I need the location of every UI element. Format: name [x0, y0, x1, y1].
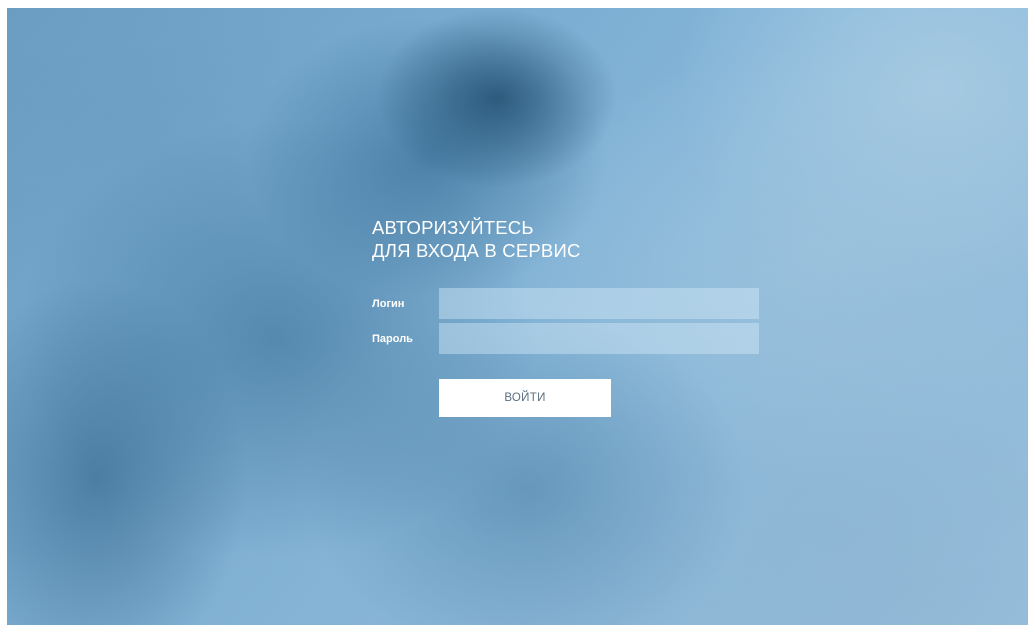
app-window: АВТОРИЗУЙТЕСЬ ДЛЯ ВХОДА В СЕРВИС Логин П…: [7, 8, 1028, 625]
login-form: АВТОРИЗУЙТЕСЬ ДЛЯ ВХОДА В СЕРВИС Логин П…: [7, 8, 1028, 625]
login-input[interactable]: [439, 288, 759, 319]
password-input[interactable]: [439, 323, 759, 354]
login-title-line-1: АВТОРИЗУЙТЕСЬ: [372, 217, 534, 238]
login-label: Логин: [372, 298, 405, 310]
login-button[interactable]: ВОЙТИ: [439, 379, 611, 417]
login-title-line-2: ДЛЯ ВХОДА В СЕРВИС: [372, 240, 581, 261]
login-title: АВТОРИЗУЙТЕСЬ ДЛЯ ВХОДА В СЕРВИС: [372, 216, 581, 262]
password-label: Пароль: [372, 333, 413, 345]
